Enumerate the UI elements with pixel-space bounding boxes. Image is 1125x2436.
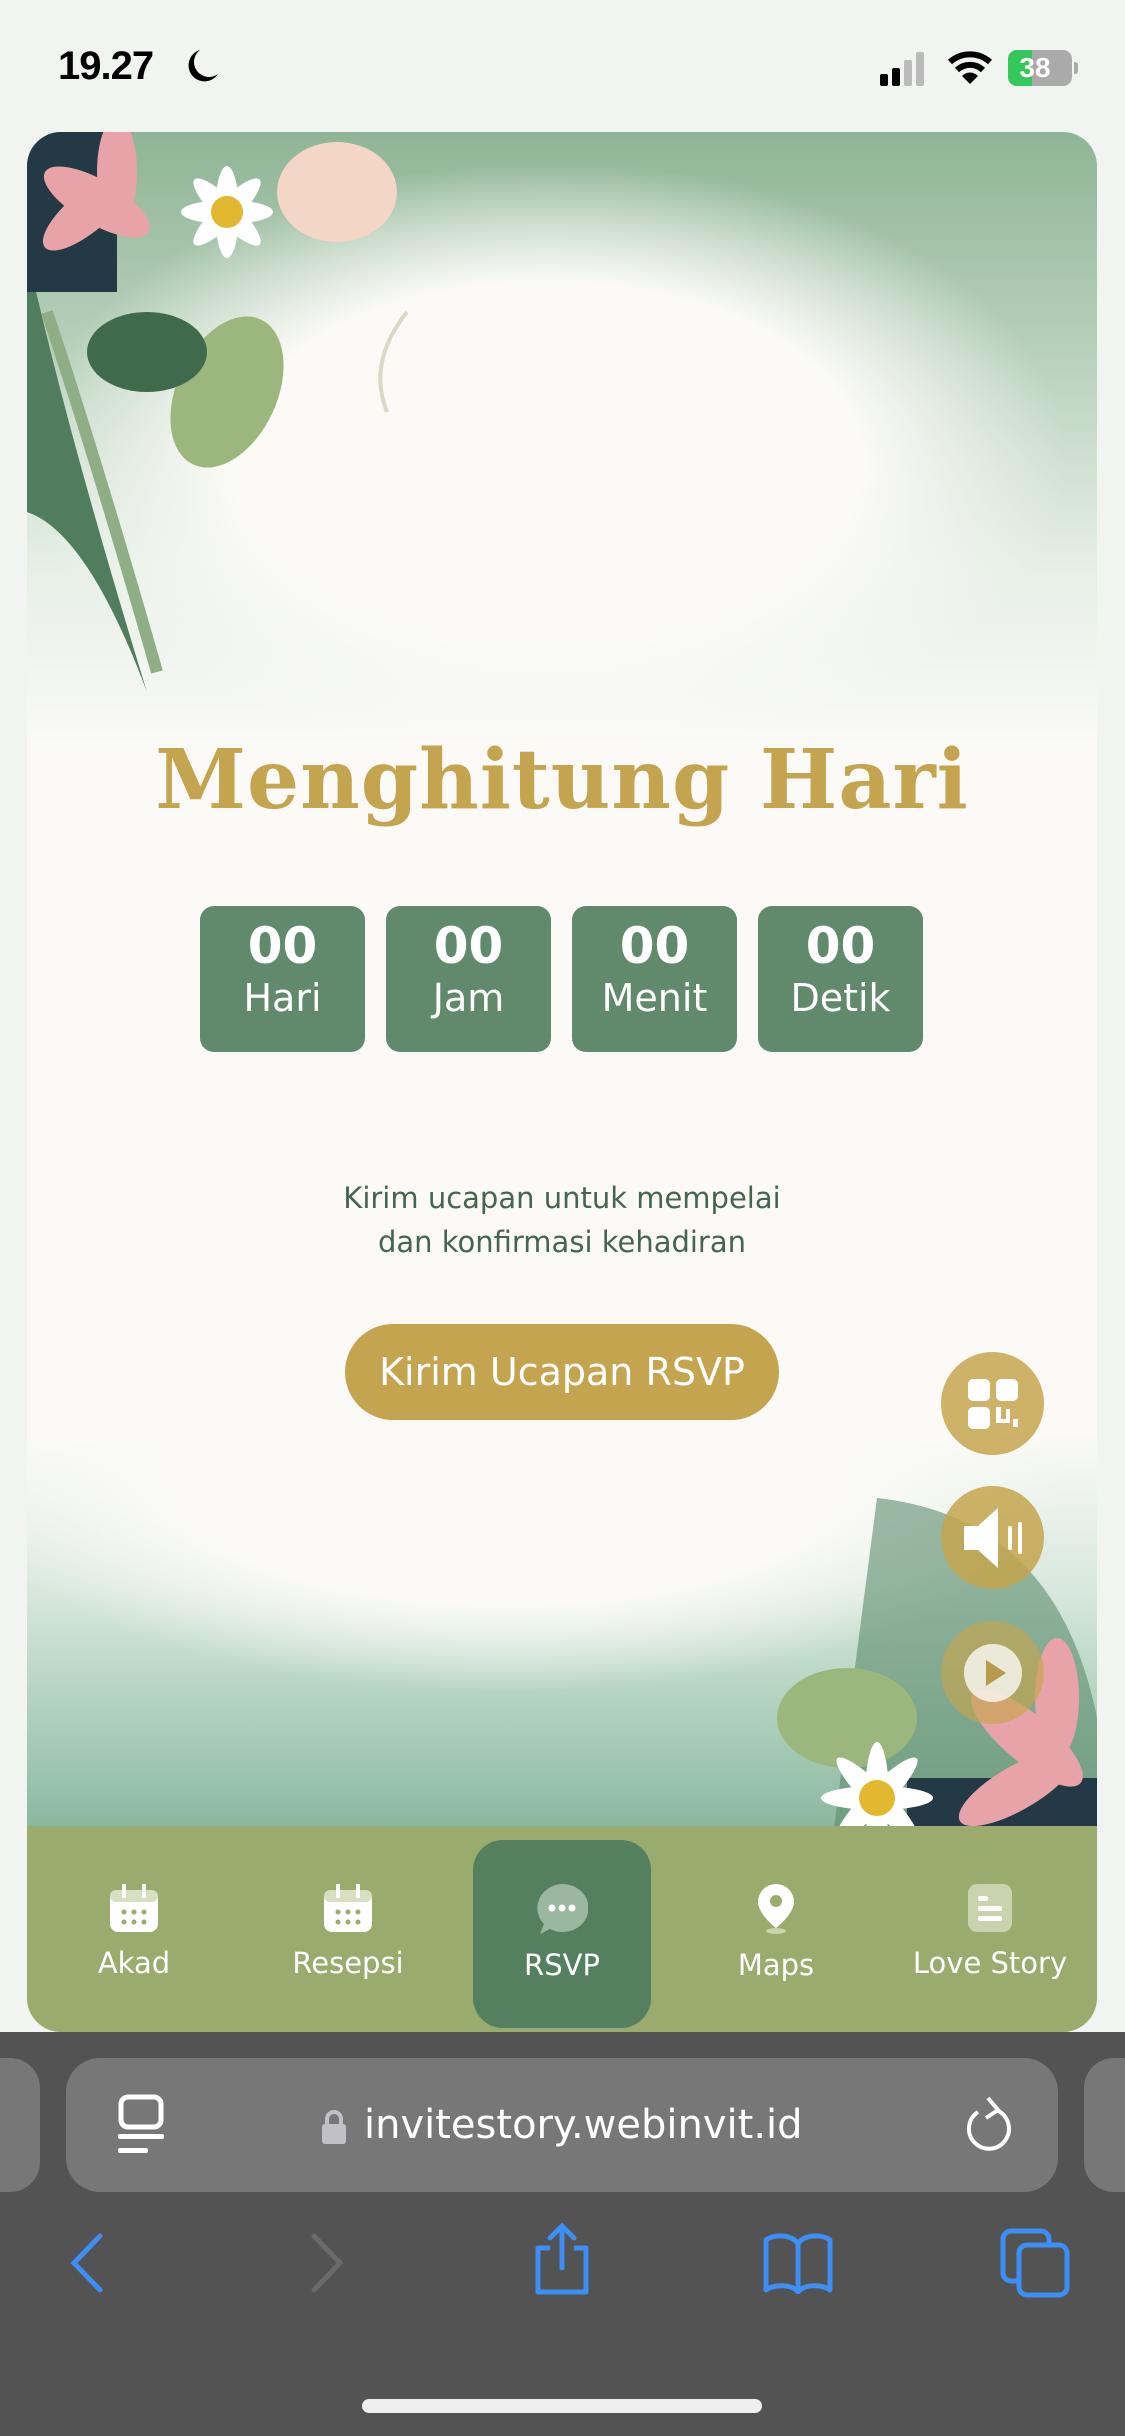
floral-decoration-top-left xyxy=(27,132,409,692)
next-tab-pill[interactable] xyxy=(1084,2058,1125,2192)
countdown-hours: 00 Jam xyxy=(386,906,551,1052)
wifi-icon xyxy=(948,51,992,84)
countdown-timer: 00 Hari 00 Jam 00 Menit 00 Detik xyxy=(200,906,923,1052)
countdown-seconds: 00 Detik xyxy=(758,906,923,1052)
play-icon xyxy=(963,1643,1022,1702)
url-text: invitestory.webinvit.id xyxy=(364,2102,803,2148)
forward-icon[interactable] xyxy=(310,2232,346,2294)
countdown-days: 00 Hari xyxy=(200,906,365,1052)
home-indicator xyxy=(362,2399,762,2413)
calendar-icon xyxy=(110,1884,158,1932)
countdown-minutes: 00 Menit xyxy=(572,906,737,1052)
moon-icon xyxy=(188,50,218,82)
rsvp-description: Kirim ucapan untuk mempelai dan konfirma… xyxy=(343,1181,781,1259)
music-toggle-button[interactable] xyxy=(941,1486,1044,1589)
nav-item-resepsi[interactable]: Resepsi xyxy=(241,1826,455,2032)
nav-item-love-story[interactable]: Love Story xyxy=(883,1826,1097,2032)
invitation-page: Menghitung Hari 00 Hari 00 Jam 00 Menit 00 D… xyxy=(27,132,1097,2032)
calendar-icon xyxy=(324,1884,372,1932)
lock-icon xyxy=(322,2110,346,2144)
page-menu-icon[interactable] xyxy=(118,2094,164,2156)
share-icon[interactable] xyxy=(532,2222,592,2296)
qr-code-icon xyxy=(967,1378,1018,1429)
nav-item-akad[interactable]: Akad xyxy=(27,1826,241,2032)
reload-icon[interactable] xyxy=(966,2096,1014,2154)
map-pin-icon xyxy=(758,1884,794,1934)
qr-code-button[interactable] xyxy=(941,1352,1044,1455)
battery-tip xyxy=(1074,62,1078,74)
back-icon[interactable] xyxy=(68,2232,104,2294)
status-bar: 19.27 38 xyxy=(0,0,1125,132)
bottom-navigation: Akad Resepsi RSVP Maps Love Story xyxy=(27,1826,1097,2032)
battery-icon: 38 xyxy=(1008,50,1072,86)
send-rsvp-button[interactable]: Kirim Ucapan RSVP xyxy=(345,1324,779,1420)
chat-bubble-icon xyxy=(537,1884,588,1934)
nav-item-rsvp[interactable]: RSVP xyxy=(455,1826,669,2032)
status-time: 19.27 xyxy=(58,44,154,88)
countdown-title: Menghitung Hari xyxy=(155,732,969,828)
autoscroll-play-button[interactable] xyxy=(941,1621,1044,1724)
bookmarks-icon[interactable] xyxy=(762,2232,834,2294)
nav-item-maps[interactable]: Maps xyxy=(669,1826,883,2032)
tabs-icon[interactable] xyxy=(1000,2228,1070,2298)
signal-icon xyxy=(880,52,924,86)
previous-tab-pill[interactable] xyxy=(0,2058,40,2192)
document-icon xyxy=(968,1884,1012,1932)
address-bar[interactable]: invitestory.webinvit.id xyxy=(66,2058,1058,2192)
speaker-icon xyxy=(963,1507,1022,1568)
